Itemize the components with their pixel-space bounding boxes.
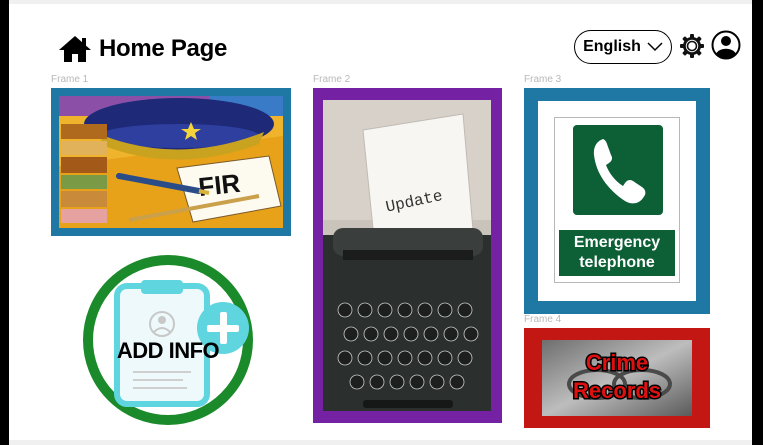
add-info-button[interactable]: ADD INFO [83,254,253,426]
emergency-line2: telephone [579,254,655,271]
page-header: Home Page [57,34,227,64]
crime-records-card[interactable]: Crime Records [524,328,710,428]
typewriter-image: Update [323,100,491,411]
crime-line1: Crime [586,350,648,375]
user-circle-icon[interactable] [711,30,741,60]
emergency-line1: Emergency [573,234,661,251]
update-card[interactable]: Update [313,88,502,423]
emergency-sign: Emergency telephone [554,117,680,283]
frame-4-label: Frame 4 [524,314,562,325]
frame-2-label: Frame 2 [313,74,351,85]
language-select[interactable]: English [574,30,672,64]
telephone-box [573,125,663,215]
right-border [752,0,763,445]
left-border [0,0,9,445]
page-title: Home Page [99,35,228,62]
gear-icon[interactable] [679,33,705,59]
crime-line2: Records [573,378,661,403]
emergency-card[interactable]: Emergency telephone [524,88,710,314]
emergency-sign-label: Emergency telephone [559,230,675,276]
home-page-canvas: Home Page English Frame 1 Frame 2 Frame … [9,4,752,440]
fir-card[interactable]: FIR [51,88,291,236]
chevron-down-icon [647,42,663,52]
fir-image: FIR [59,96,283,228]
frame-1-label: Frame 1 [51,74,89,85]
frame-3-label: Frame 3 [524,74,562,85]
telephone-icon [593,139,646,204]
home-icon[interactable] [57,34,93,64]
emergency-panel: Emergency telephone [538,101,696,301]
add-info-label: ADD INFO [116,338,220,363]
crime-records-image: Crime Records [542,340,692,416]
fir-text: FIR [197,168,242,202]
language-value: English [583,38,641,55]
